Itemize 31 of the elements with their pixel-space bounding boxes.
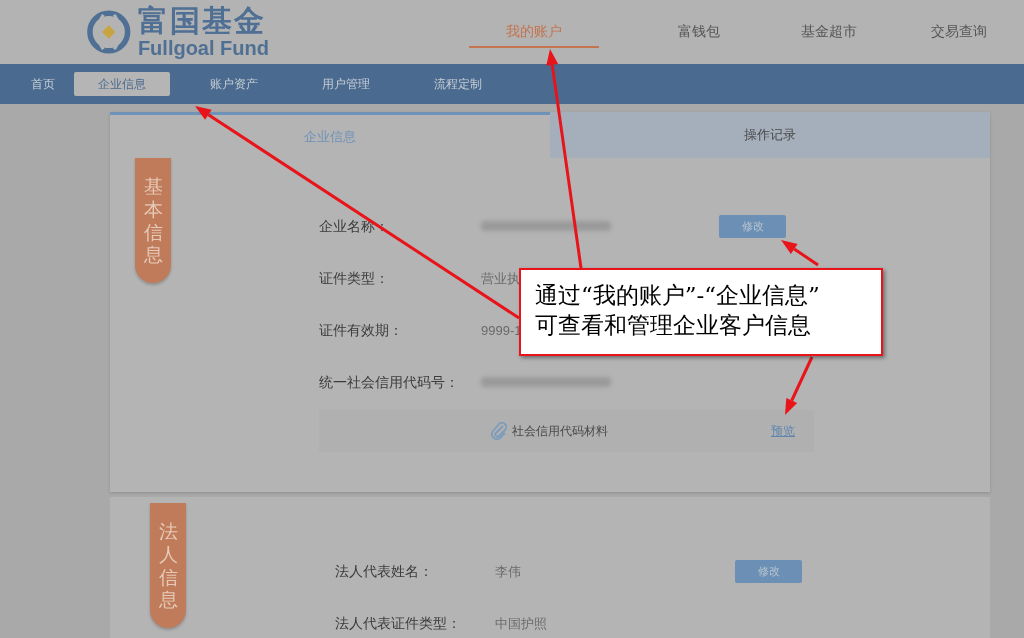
sub-nav-tab[interactable]: 账户资产 [186,72,282,96]
edit-button[interactable]: 修改 [719,214,786,238]
top-nav-link[interactable]: 富钱包 [634,0,764,64]
field-value: 中国护照 [495,616,547,631]
callout-box: 通过“我的账户”-“企业信息”可查看和管理企业客户信息 [519,268,883,356]
field-label: 企业名称： [319,216,390,236]
sub-nav-tab[interactable]: 企业信息 [74,72,170,96]
field-label: 统一社会信用代码号： [319,372,460,392]
field-value: 李伟 [495,564,521,579]
section-ribbon: 基本信息 [135,158,171,283]
field-label: 法人代表姓名： [335,561,434,581]
logo-name-en: Fullgoal Fund [137,38,269,58]
edit-button[interactable]: 修改 [735,559,802,583]
field-label: 证件有效期： [319,320,404,340]
annotation-arrow [781,240,819,267]
annotation-arrow [785,356,814,415]
field-value: 9999-1 [481,323,522,338]
field-value: 营业执 [481,271,520,286]
sub-nav-tab[interactable]: 流程定制 [410,72,506,96]
section-ribbon: 法人信息 [150,503,186,628]
content-tab[interactable]: 操作记录 [550,112,990,158]
attachment-name: 社会信用代码材料 [512,423,609,440]
paperclip-icon [491,422,507,440]
logo-name: 富国基金 [137,6,267,36]
field-label: 证件类型： [319,268,390,288]
sub-nav-tab[interactable]: 用户管理 [298,72,394,96]
field-label: 法人代表证件类型： [335,613,462,633]
sub-nav-tab[interactable]: 首页 [12,72,74,96]
top-nav-link[interactable]: 基金超市 [764,0,894,64]
preview-link[interactable]: 预览 [771,422,795,440]
top-nav-link[interactable]: 交易查询 [894,0,1024,64]
